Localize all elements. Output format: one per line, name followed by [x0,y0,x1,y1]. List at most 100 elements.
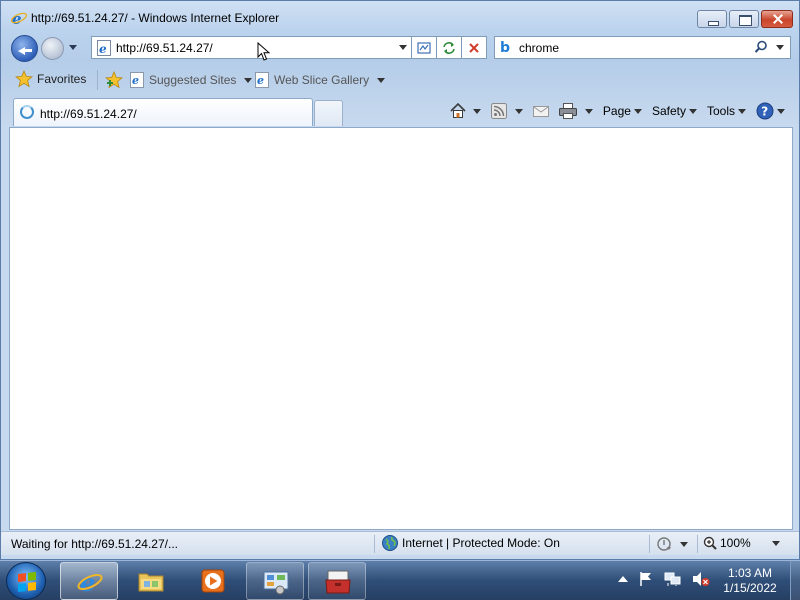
ie-window: e http://69.51.24.27/ - Windows Internet… [0,0,800,560]
maximize-button[interactable] [729,10,759,28]
favorites-label: Favorites [37,72,87,86]
compatibility-view-button[interactable] [412,36,437,59]
web-slice-gallery-label: Web Slice Gallery [274,73,370,87]
navigation-bar: e http://69.51.24.27/ b chrome [9,34,793,62]
print-button[interactable] [558,103,593,119]
status-separator [697,535,698,553]
taskbar-windows-explorer[interactable] [122,562,180,600]
protected-mode-button[interactable] [657,536,688,552]
media-player-icon [201,569,225,593]
address-input[interactable]: http://69.51.24.27/ [116,41,213,55]
title-bar: e http://69.51.24.27/ - Windows Internet… [1,1,799,33]
zoom-level: 100% [720,536,751,550]
safety-menu-label: Safety [651,104,686,118]
feeds-dropdown-icon[interactable] [514,108,523,114]
security-zone-label: Internet | Protected Mode: On [402,536,560,550]
mail-icon [532,106,549,117]
suggested-sites-link[interactable]: e Suggested Sites [130,72,253,88]
suggested-sites-label: Suggested Sites [149,73,237,87]
show-desktop-button[interactable] [790,561,800,600]
volume-muted-icon[interactable] [692,571,710,587]
status-text: Waiting for http://69.51.24.27/... [11,537,178,551]
close-button[interactable] [761,10,793,28]
control-panel-icon [263,571,289,595]
feeds-button[interactable] [490,103,523,119]
stop-button[interactable] [462,36,487,59]
home-button[interactable] [449,102,481,120]
tools-menu[interactable]: Tools [707,104,746,118]
loading-icon [20,105,34,119]
search-box[interactable]: b chrome [494,36,791,59]
tools-menu-label: Tools [706,104,735,118]
status-separator [649,535,650,553]
svg-text:e: e [99,42,107,56]
refresh-icon [443,42,455,54]
show-hidden-icons-button[interactable] [618,576,628,582]
favorites-star-icon [15,70,33,88]
compatibility-icon [417,42,431,54]
svg-text:e: e [257,74,264,87]
web-slice-gallery-icon: e [255,72,269,88]
search-options-dropdown-icon[interactable] [776,45,784,50]
taskbar: e 1:03 AM 1/15/2022 [0,560,800,600]
taskbar-media-player[interactable] [184,562,242,600]
clock-time: 1:03 AM [727,566,773,580]
bing-icon: b [500,40,511,56]
address-bar[interactable]: e http://69.51.24.27/ [91,36,412,59]
windows-logo-icon [18,572,36,592]
safety-menu[interactable]: Safety [652,104,697,118]
refresh-button[interactable] [437,36,462,59]
start-button[interactable] [6,562,46,600]
tab-row: http://69.51.24.27/ Page Safety Tools ? [1,95,799,126]
page-menu-label: Page [602,104,631,118]
window-title: http://69.51.24.27/ - Windows Internet E… [31,11,280,25]
web-slice-gallery-link[interactable]: e Web Slice Gallery [255,72,386,88]
action-center-flag-icon[interactable] [638,571,654,587]
favorites-button[interactable]: Favorites [15,70,86,88]
page-menu[interactable]: Page [603,104,642,118]
print-dropdown-icon[interactable] [584,108,593,114]
clock-date: 1/15/2022 [723,581,777,595]
taskbar-control-panel[interactable] [246,562,304,600]
status-bar: Waiting for http://69.51.24.27/... Inter… [1,531,799,555]
minimize-button[interactable] [697,10,727,28]
taskbar-internet-explorer[interactable]: e [60,562,118,600]
tab-active[interactable]: http://69.51.24.27/ [13,98,313,126]
clock[interactable]: 1:03 AM 1/15/2022 [712,566,788,596]
zoom-control[interactable]: 100% [703,536,780,550]
address-dropdown-icon[interactable] [399,45,407,50]
suggested-sites-dropdown-icon [244,77,253,83]
help-dropdown-icon [777,108,785,114]
window-controls [695,10,793,28]
help-button[interactable]: ? [756,102,785,120]
home-dropdown-icon[interactable] [472,108,481,114]
forward-button[interactable] [41,37,64,60]
page-content-area[interactable] [9,127,793,530]
svg-text:?: ? [761,105,768,119]
home-icon [450,102,466,118]
zoom-dropdown-icon [771,540,780,546]
add-to-favorites-bar-button[interactable] [104,70,124,92]
search-icon[interactable] [754,40,768,54]
recent-pages-dropdown-icon[interactable] [69,45,77,50]
command-bar: Page Safety Tools ? [439,101,785,121]
favorites-separator [97,70,98,90]
add-favorite-icon [104,70,124,89]
network-icon[interactable] [664,571,682,587]
folder-icon [138,573,164,592]
back-button[interactable] [11,35,38,62]
ie-logo-icon: e [11,10,27,26]
printer-icon [558,103,577,119]
rss-feed-icon [490,103,507,119]
new-tab-button[interactable] [314,100,343,126]
search-input[interactable]: chrome [519,41,559,55]
taskbar-toolbox-app[interactable] [308,562,366,600]
zoom-icon [703,536,717,550]
stop-icon [469,43,479,53]
web-slice-gallery-dropdown-icon [377,77,386,83]
page-menu-dropdown-icon [633,108,642,114]
security-zone[interactable]: Internet | Protected Mode: On [382,535,560,551]
read-mail-button[interactable] [532,104,549,118]
privacy-shield-icon [657,537,671,551]
internet-globe-icon [382,535,398,551]
